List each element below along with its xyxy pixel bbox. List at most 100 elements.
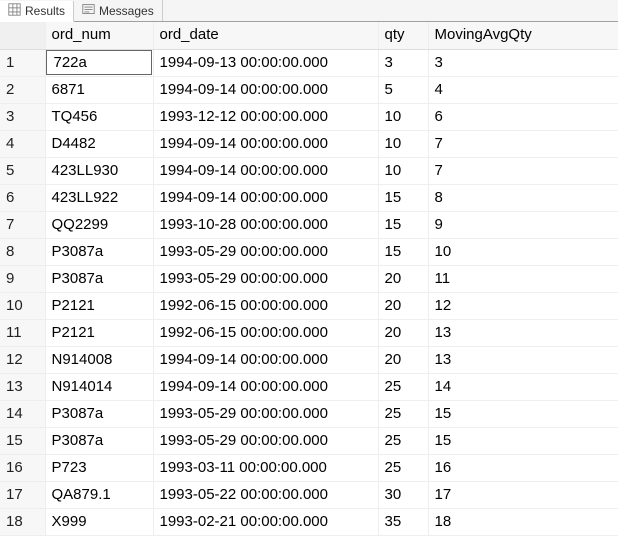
column-header-qty[interactable]: qty <box>378 22 428 49</box>
cell-ord-date[interactable]: 1993-02-21 00:00:00.000 <box>153 508 378 535</box>
cell-qty[interactable]: 15 <box>378 211 428 238</box>
table-row[interactable]: 18X9991993-02-21 00:00:00.0003518 <box>0 508 618 535</box>
table-row[interactable]: 7QQ22991993-10-28 00:00:00.000159 <box>0 211 618 238</box>
row-number-cell[interactable]: 12 <box>0 346 45 373</box>
row-number-cell[interactable]: 1 <box>0 49 45 76</box>
cell-ord-num[interactable]: P2121 <box>45 319 153 346</box>
cell-movingavgqty[interactable]: 4 <box>428 76 618 103</box>
cell-ord-date[interactable]: 1994-09-14 00:00:00.000 <box>153 184 378 211</box>
cell-qty[interactable]: 25 <box>378 373 428 400</box>
table-row[interactable]: 4D44821994-09-14 00:00:00.000107 <box>0 130 618 157</box>
table-row[interactable]: 10P21211992-06-15 00:00:00.0002012 <box>0 292 618 319</box>
cell-ord-date[interactable]: 1993-05-22 00:00:00.000 <box>153 481 378 508</box>
cell-qty[interactable]: 25 <box>378 400 428 427</box>
cell-qty[interactable]: 20 <box>378 346 428 373</box>
cell-qty[interactable]: 30 <box>378 481 428 508</box>
cell-ord-num[interactable]: QA879.1 <box>45 481 153 508</box>
row-number-cell[interactable]: 8 <box>0 238 45 265</box>
cell-qty[interactable]: 20 <box>378 265 428 292</box>
table-row[interactable]: 5423LL9301994-09-14 00:00:00.000107 <box>0 157 618 184</box>
cell-ord-date[interactable]: 1993-10-28 00:00:00.000 <box>153 211 378 238</box>
cell-movingavgqty[interactable]: 12 <box>428 292 618 319</box>
table-row[interactable]: 3TQ4561993-12-12 00:00:00.000106 <box>0 103 618 130</box>
cell-ord-date[interactable]: 1993-05-29 00:00:00.000 <box>153 400 378 427</box>
row-number-cell[interactable]: 2 <box>0 76 45 103</box>
column-header-ord-num[interactable]: ord_num <box>45 22 153 49</box>
cell-ord-num[interactable]: 423LL930 <box>45 157 153 184</box>
cell-ord-date[interactable]: 1993-05-29 00:00:00.000 <box>153 238 378 265</box>
cell-movingavgqty[interactable]: 16 <box>428 454 618 481</box>
row-number-cell[interactable]: 4 <box>0 130 45 157</box>
cell-ord-date[interactable]: 1994-09-14 00:00:00.000 <box>153 157 378 184</box>
cell-movingavgqty[interactable]: 6 <box>428 103 618 130</box>
cell-movingavgqty[interactable]: 13 <box>428 346 618 373</box>
cell-ord-num[interactable]: P3087a <box>45 265 153 292</box>
cell-qty[interactable]: 10 <box>378 130 428 157</box>
cell-ord-num[interactable]: 6871 <box>45 76 153 103</box>
table-row[interactable]: 268711994-09-14 00:00:00.00054 <box>0 76 618 103</box>
cell-qty[interactable]: 25 <box>378 427 428 454</box>
row-number-cell[interactable]: 7 <box>0 211 45 238</box>
table-row[interactable]: 8P3087a1993-05-29 00:00:00.0001510 <box>0 238 618 265</box>
row-number-cell[interactable]: 9 <box>0 265 45 292</box>
cell-ord-date[interactable]: 1993-05-29 00:00:00.000 <box>153 265 378 292</box>
cell-ord-num[interactable]: 423LL922 <box>45 184 153 211</box>
tab-results[interactable]: Results <box>0 1 74 22</box>
tab-messages[interactable]: Messages <box>74 0 163 21</box>
cell-movingavgqty[interactable]: 15 <box>428 400 618 427</box>
cell-movingavgqty[interactable]: 10 <box>428 238 618 265</box>
row-number-cell[interactable]: 10 <box>0 292 45 319</box>
cell-ord-num[interactable]: N914008 <box>45 346 153 373</box>
cell-qty[interactable]: 10 <box>378 157 428 184</box>
cell-ord-num[interactable]: P3087a <box>45 400 153 427</box>
cell-ord-num[interactable]: P3087a <box>45 238 153 265</box>
cell-ord-date[interactable]: 1992-06-15 00:00:00.000 <box>153 319 378 346</box>
cell-movingavgqty[interactable]: 13 <box>428 319 618 346</box>
cell-qty[interactable]: 15 <box>378 184 428 211</box>
cell-qty[interactable]: 20 <box>378 292 428 319</box>
table-row[interactable]: 17QA879.11993-05-22 00:00:00.0003017 <box>0 481 618 508</box>
cell-qty[interactable]: 15 <box>378 238 428 265</box>
row-number-cell[interactable]: 13 <box>0 373 45 400</box>
row-number-cell[interactable]: 5 <box>0 157 45 184</box>
cell-ord-num[interactable]: P3087a <box>45 427 153 454</box>
table-row[interactable]: 1722a1994-09-13 00:00:00.00033 <box>0 49 618 76</box>
cell-ord-date[interactable]: 1994-09-14 00:00:00.000 <box>153 130 378 157</box>
cell-ord-date[interactable]: 1994-09-13 00:00:00.000 <box>153 49 378 76</box>
cell-movingavgqty[interactable]: 11 <box>428 265 618 292</box>
cell-ord-date[interactable]: 1994-09-14 00:00:00.000 <box>153 346 378 373</box>
cell-ord-date[interactable]: 1993-12-12 00:00:00.000 <box>153 103 378 130</box>
row-number-cell[interactable]: 11 <box>0 319 45 346</box>
row-number-cell[interactable]: 14 <box>0 400 45 427</box>
cell-qty[interactable]: 5 <box>378 76 428 103</box>
cell-movingavgqty[interactable]: 17 <box>428 481 618 508</box>
cell-movingavgqty[interactable]: 9 <box>428 211 618 238</box>
column-header-movingavgqty[interactable]: MovingAvgQty <box>428 22 618 49</box>
cell-ord-date[interactable]: 1994-09-14 00:00:00.000 <box>153 373 378 400</box>
cell-movingavgqty[interactable]: 7 <box>428 130 618 157</box>
table-row[interactable]: 14P3087a1993-05-29 00:00:00.0002515 <box>0 400 618 427</box>
cell-ord-num[interactable]: N914014 <box>45 373 153 400</box>
cell-ord-num[interactable]: P723 <box>45 454 153 481</box>
row-number-cell[interactable]: 17 <box>0 481 45 508</box>
cell-movingavgqty[interactable]: 7 <box>428 157 618 184</box>
cell-qty[interactable]: 20 <box>378 319 428 346</box>
cell-ord-date[interactable]: 1993-03-11 00:00:00.000 <box>153 454 378 481</box>
cell-ord-num[interactable]: QQ2299 <box>45 211 153 238</box>
cell-qty[interactable]: 35 <box>378 508 428 535</box>
table-row[interactable]: 13N9140141994-09-14 00:00:00.0002514 <box>0 373 618 400</box>
cell-ord-num[interactable]: D4482 <box>45 130 153 157</box>
row-number-header[interactable] <box>0 22 45 49</box>
cell-ord-num[interactable]: P2121 <box>45 292 153 319</box>
cell-movingavgqty[interactable]: 8 <box>428 184 618 211</box>
table-row[interactable]: 12N9140081994-09-14 00:00:00.0002013 <box>0 346 618 373</box>
cell-qty[interactable]: 25 <box>378 454 428 481</box>
table-row[interactable]: 11P21211992-06-15 00:00:00.0002013 <box>0 319 618 346</box>
table-row[interactable]: 16P7231993-03-11 00:00:00.0002516 <box>0 454 618 481</box>
cell-ord-num[interactable]: TQ456 <box>45 103 153 130</box>
row-number-cell[interactable]: 16 <box>0 454 45 481</box>
cell-qty[interactable]: 3 <box>378 49 428 76</box>
column-header-ord-date[interactable]: ord_date <box>153 22 378 49</box>
cell-ord-num[interactable]: X999 <box>45 508 153 535</box>
cell-movingavgqty[interactable]: 3 <box>428 49 618 76</box>
